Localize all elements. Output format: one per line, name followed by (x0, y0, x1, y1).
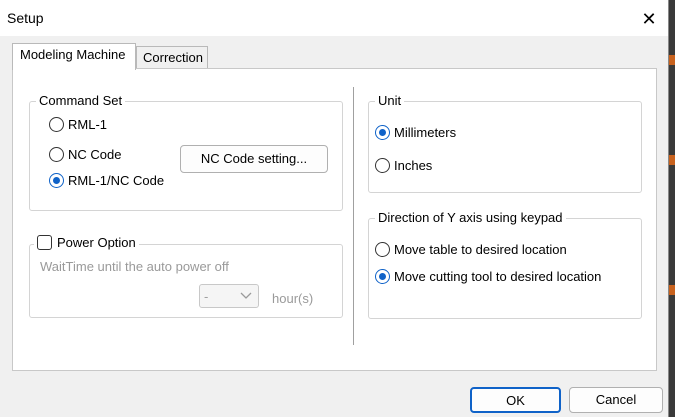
chevron-down-icon (240, 292, 252, 299)
cancel-button[interactable]: Cancel (569, 387, 663, 413)
power-option-group (29, 244, 343, 318)
wait-time-combo[interactable]: - (199, 284, 259, 308)
radio-label: RML-1 (68, 117, 108, 132)
radio-label: Millimeters (394, 125, 457, 140)
radio-inches[interactable]: Inches (375, 158, 432, 173)
setup-dialog: Setup ✕ Modeling Machine Correction Comm… (0, 0, 669, 417)
title-bar: Setup ✕ (0, 0, 668, 36)
tab-label: Correction (143, 50, 203, 65)
close-icon[interactable]: ✕ (636, 6, 662, 32)
power-option-label: Power Option (57, 235, 136, 250)
radio-indicator (375, 242, 390, 257)
ok-button[interactable]: OK (470, 387, 561, 413)
radio-label: RML-1/NC Code (68, 173, 165, 188)
combo-value: - (204, 289, 209, 304)
tab-correction[interactable]: Correction (136, 46, 208, 70)
vertical-separator (353, 87, 354, 345)
command-set-legend: Command Set (36, 93, 126, 108)
wait-time-label: WaitTime until the auto power off (40, 259, 229, 274)
hours-unit-label: hour(s) (272, 291, 314, 306)
unit-legend: Unit (375, 93, 405, 108)
unit-group (368, 101, 642, 193)
radio-label: NC Code (68, 147, 122, 162)
direction-legend: Direction of Y axis using keypad (375, 210, 566, 225)
radio-nc-code[interactable]: NC Code (49, 147, 121, 162)
radio-indicator (49, 173, 64, 188)
radio-indicator (49, 117, 64, 132)
tab-label: Modeling Machine (20, 47, 126, 62)
radio-label: Move cutting tool to desired location (394, 269, 602, 284)
radio-label: Move table to desired location (394, 242, 567, 257)
radio-indicator (375, 125, 390, 140)
dialog-title: Setup (7, 10, 44, 26)
radio-indicator (375, 158, 390, 173)
power-option-checkbox[interactable] (37, 235, 52, 250)
radio-rml1[interactable]: RML-1 (49, 117, 107, 132)
radio-rml1-nc-code[interactable]: RML-1/NC Code (49, 173, 164, 188)
radio-move-table[interactable]: Move table to desired location (375, 242, 567, 257)
power-option-legend: Power Option (34, 235, 139, 250)
radio-move-cutting-tool[interactable]: Move cutting tool to desired location (375, 269, 601, 284)
radio-label: Inches (394, 158, 433, 173)
radio-indicator (375, 269, 390, 284)
tab-modeling-machine[interactable]: Modeling Machine (12, 43, 136, 70)
radio-indicator (49, 147, 64, 162)
radio-millimeters[interactable]: Millimeters (375, 125, 456, 140)
tab-panel: Command Set RML-1 NC Code RML-1/NC Code … (12, 68, 657, 371)
nc-code-setting-button[interactable]: NC Code setting... (180, 145, 328, 173)
